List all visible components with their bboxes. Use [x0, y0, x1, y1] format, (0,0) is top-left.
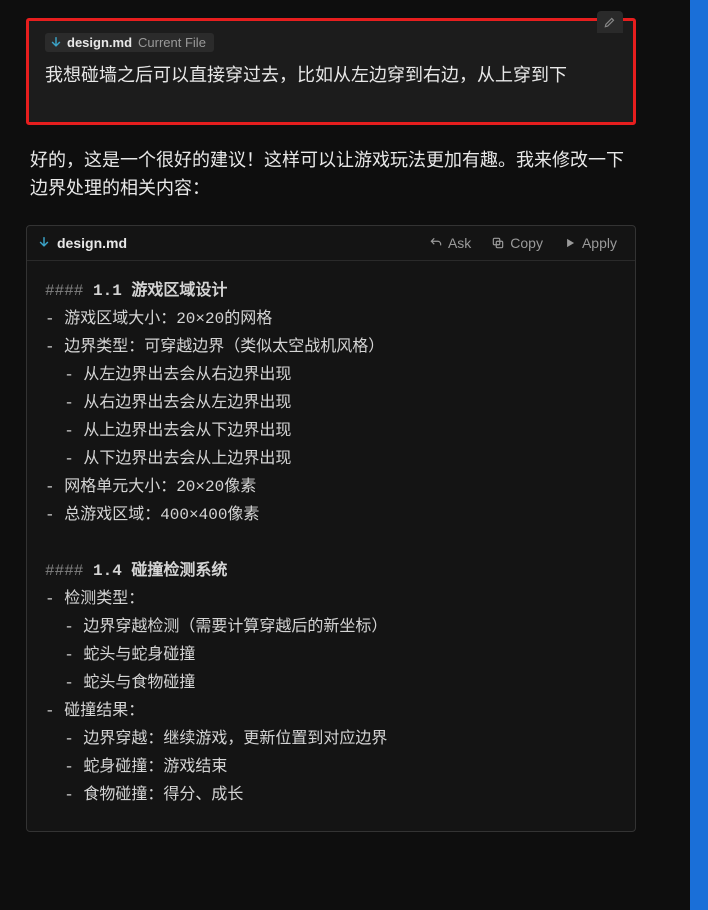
- user-message: design.md Current File 我想碰墙之后可以直接穿过去，比如从…: [26, 18, 636, 125]
- code-block-header: design.md Ask Copy Apply: [27, 226, 635, 261]
- file-context-chip[interactable]: design.md Current File: [45, 33, 214, 52]
- apply-button-label: Apply: [582, 235, 617, 251]
- file-chip-suffix: Current File: [138, 35, 206, 50]
- ask-button[interactable]: Ask: [421, 232, 479, 254]
- copy-icon: [491, 236, 505, 250]
- code-block: design.md Ask Copy Apply #### 1.1 游戏区域设计…: [26, 225, 636, 832]
- window-right-edge: [690, 0, 708, 910]
- apply-button[interactable]: Apply: [555, 232, 625, 254]
- pencil-icon: [603, 15, 617, 29]
- assistant-message-text: 好的，这是一个很好的建议！这样可以让游戏玩法更加有趣。我来修改一下边界处理的相关…: [26, 145, 636, 203]
- user-message-text: 我想碰墙之后可以直接穿过去，比如从左边穿到右边，从上穿到下: [45, 62, 617, 90]
- copy-button-label: Copy: [510, 235, 543, 251]
- arrow-down-icon: [49, 36, 63, 50]
- play-icon: [563, 236, 577, 250]
- arrow-down-icon: [37, 236, 51, 250]
- copy-button[interactable]: Copy: [483, 232, 551, 254]
- code-block-content: #### 1.1 游戏区域设计 - 游戏区域大小：20×20的网格 - 边界类型…: [27, 261, 635, 831]
- edit-message-button[interactable]: [597, 11, 623, 33]
- file-chip-name: design.md: [67, 35, 132, 50]
- chat-panel: design.md Current File 我想碰墙之后可以直接穿过去，比如从…: [0, 0, 662, 850]
- reply-icon: [429, 236, 443, 250]
- code-block-filename: design.md: [57, 235, 127, 251]
- ask-button-label: Ask: [448, 235, 471, 251]
